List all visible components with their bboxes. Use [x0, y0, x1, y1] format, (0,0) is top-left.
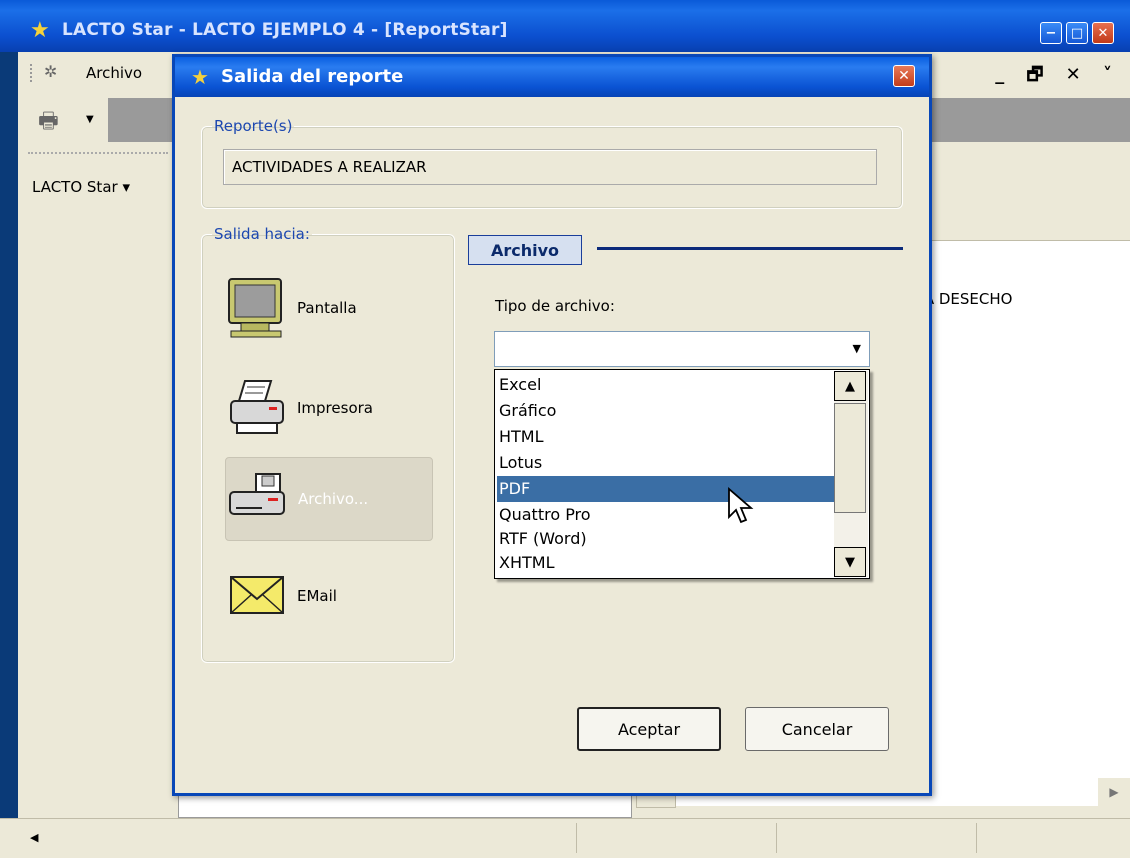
printer-icon — [230, 380, 284, 434]
scroll-down-arrow-icon[interactable]: ▼ — [834, 547, 866, 577]
output-impresora-option[interactable]: Impresora — [225, 367, 431, 449]
output-impresora-label: Impresora — [297, 399, 373, 417]
window-title: LACTO Star - LACTO EJEMPLO 4 - [ReportSt… — [62, 20, 508, 40]
app-star-icon: ★ — [30, 18, 50, 43]
output-pantalla-label: Pantalla — [297, 299, 357, 317]
output-archivo-option[interactable]: Archivo... — [225, 457, 433, 541]
lacto-star-menu[interactable]: LACTO Star ▾ — [32, 178, 130, 196]
minimize-button[interactable]: − — [1040, 22, 1062, 44]
menu-archivo[interactable]: Archivo — [86, 64, 142, 82]
cancelar-button[interactable]: Cancelar — [745, 707, 889, 751]
scroll-up-arrow-icon[interactable]: ▲ — [834, 371, 866, 401]
menubar-grip — [30, 64, 35, 82]
statusbar: ◀ — [0, 818, 1130, 858]
report-name-field: ACTIVIDADES A REALIZAR — [223, 149, 877, 185]
file-type-select[interactable]: ▼ — [494, 331, 870, 367]
mouse-cursor-icon — [728, 487, 754, 524]
dialog-star-icon: ★ — [191, 65, 209, 89]
file-type-option[interactable]: HTML — [497, 424, 835, 450]
salida-legend: Salida hacia: — [214, 225, 310, 243]
output-email-label: EMail — [297, 587, 337, 605]
file-type-option[interactable]: Quattro Pro — [497, 502, 835, 528]
output-email-option[interactable]: EMail — [225, 555, 431, 637]
reportes-legend: Reporte(s) — [214, 117, 293, 135]
file-type-option[interactable]: Lotus — [497, 450, 835, 476]
menu-star-icon[interactable]: ✲ — [44, 62, 57, 81]
status-cell — [778, 823, 977, 853]
window-left-frame — [0, 52, 18, 857]
tipo-archivo-label: Tipo de archivo: — [495, 297, 615, 315]
main-titlebar: ★ LACTO Star - LACTO EJEMPLO 4 - [Report… — [0, 0, 1130, 52]
file-export-icon — [229, 473, 285, 515]
mdi-window-controls[interactable]: _ 🗗 ✕ ˅ — [995, 62, 1120, 92]
status-left-arrow-icon[interactable]: ◀ — [30, 831, 38, 844]
file-type-dropdown-list: Excel Gráfico HTML Lotus PDF Quattro Pro… — [494, 369, 870, 579]
file-type-option[interactable]: Gráfico — [497, 398, 835, 424]
file-type-option[interactable]: Excel — [497, 372, 835, 398]
output-pantalla-option[interactable]: Pantalla — [225, 267, 431, 349]
scrollbar-thumb[interactable] — [834, 403, 866, 513]
status-cell — [578, 823, 777, 853]
maximize-button[interactable]: □ — [1066, 22, 1088, 44]
toolbar-separator — [28, 152, 168, 156]
tab-archivo[interactable]: Archivo — [468, 235, 582, 265]
file-type-option[interactable]: RTF (Word) — [497, 526, 835, 552]
dropdown-scrollbar[interactable]: ▲ ▼ — [834, 371, 868, 577]
close-button[interactable]: ✕ — [1092, 22, 1114, 44]
salida-reporte-dialog: ★ Salida del reporte ✕ Reporte(s) ACTIVI… — [172, 54, 932, 796]
dialog-titlebar: ★ Salida del reporte ✕ — [175, 57, 929, 97]
scroll-right-arrow-icon[interactable]: ▶ — [1098, 778, 1130, 806]
monitor-icon — [228, 278, 282, 338]
chevron-down-icon[interactable]: ▼ — [853, 342, 861, 355]
status-cell — [178, 823, 577, 853]
tab-underline — [597, 247, 903, 250]
aceptar-button[interactable]: Aceptar — [577, 707, 721, 751]
print-tool-icon[interactable]: 🖶 — [38, 104, 59, 142]
envelope-icon — [230, 576, 284, 614]
file-type-option-selected[interactable]: PDF — [497, 476, 835, 502]
output-archivo-label: Archivo... — [298, 490, 369, 508]
left-panel — [22, 210, 172, 820]
dialog-title: Salida del reporte — [221, 66, 404, 87]
chevron-down-icon[interactable]: ▼ — [86, 114, 94, 125]
dialog-close-button[interactable]: ✕ — [893, 65, 915, 87]
file-type-option[interactable]: XHTML — [497, 550, 835, 576]
